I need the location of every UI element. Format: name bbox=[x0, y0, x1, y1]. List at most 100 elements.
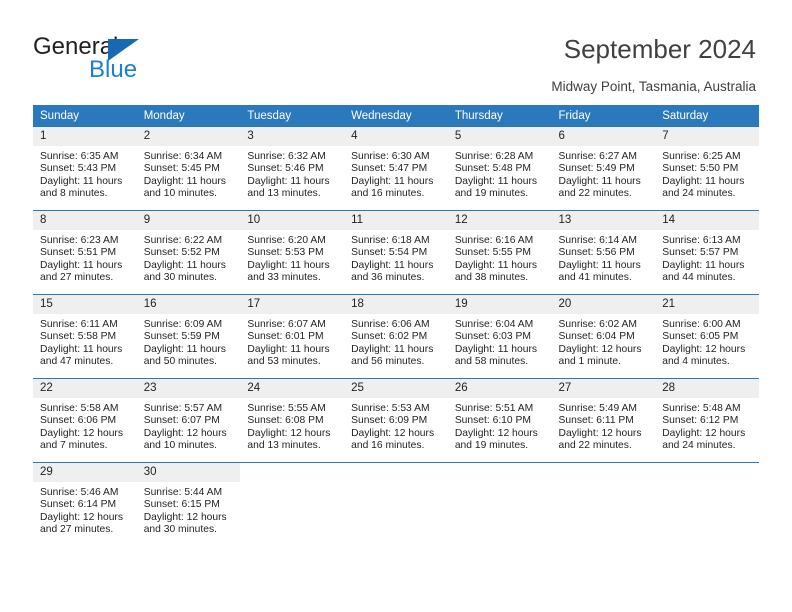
day-details: Sunrise: 6:04 AM Sunset: 6:03 PM Dayligh… bbox=[448, 314, 552, 369]
sunset-text: Sunset: 5:56 PM bbox=[558, 247, 635, 259]
calendar-day-cell[interactable]: 20 Sunrise: 6:02 AM Sunset: 6:04 PM Dayl… bbox=[551, 294, 656, 379]
day-details: Sunrise: 6:28 AM Sunset: 5:48 PM Dayligh… bbox=[448, 146, 552, 201]
calendar-day-cell[interactable]: 21 Sunrise: 6:00 AM Sunset: 6:05 PM Dayl… bbox=[655, 294, 759, 379]
sunset-text: Sunset: 6:08 PM bbox=[247, 415, 324, 427]
daylight-text-line2: and 27 minutes. bbox=[40, 272, 114, 284]
sunrise-text: Sunrise: 6:07 AM bbox=[247, 319, 326, 330]
sunset-text: Sunset: 5:45 PM bbox=[143, 163, 220, 175]
calendar-day-cell[interactable]: 1 Sunrise: 6:35 AM Sunset: 5:43 PM Dayli… bbox=[33, 127, 137, 211]
calendar-day-cell[interactable]: 18 Sunrise: 6:06 AM Sunset: 6:02 PM Dayl… bbox=[344, 294, 448, 379]
calendar-day-cell[interactable]: 6 Sunrise: 6:27 AM Sunset: 5:49 PM Dayli… bbox=[551, 127, 656, 211]
daylight-text-line1: Daylight: 11 hours bbox=[558, 175, 641, 187]
daylight-text-line1: Daylight: 12 hours bbox=[558, 427, 642, 439]
daylight-text-line1: Daylight: 11 hours bbox=[40, 175, 123, 187]
daylight-text-line2: and 7 minutes. bbox=[40, 440, 108, 452]
day-number: 25 bbox=[344, 379, 448, 398]
daylight-text-line1: Daylight: 12 hours bbox=[40, 427, 123, 439]
daylight-text-line1: Daylight: 11 hours bbox=[662, 175, 745, 187]
day-number: 5 bbox=[447, 127, 552, 146]
sunrise-text: Sunrise: 6:28 AM bbox=[454, 151, 534, 162]
sunrise-text: Sunrise: 6:30 AM bbox=[351, 151, 430, 162]
calendar-day-cell[interactable]: 11 Sunrise: 6:18 AM Sunset: 5:54 PM Dayl… bbox=[344, 210, 448, 295]
daylight-text-line1: Daylight: 11 hours bbox=[143, 175, 226, 187]
calendar-day-cell[interactable]: 23 Sunrise: 5:57 AM Sunset: 6:07 PM Dayl… bbox=[136, 378, 241, 463]
day-details: Sunrise: 6:35 AM Sunset: 5:43 PM Dayligh… bbox=[33, 146, 137, 201]
day-number bbox=[240, 463, 345, 482]
calendar-day-cell-empty bbox=[447, 462, 552, 546]
day-details: Sunrise: 6:22 AM Sunset: 5:52 PM Dayligh… bbox=[137, 230, 241, 285]
sunset-text: Sunset: 6:14 PM bbox=[40, 499, 117, 511]
daylight-text-line1: Daylight: 11 hours bbox=[143, 343, 226, 355]
weekday-header-wednesday: Wednesday bbox=[344, 105, 448, 127]
sunrise-text: Sunrise: 6:00 AM bbox=[662, 319, 741, 330]
calendar-day-cell[interactable]: 22 Sunrise: 5:58 AM Sunset: 6:06 PM Dayl… bbox=[33, 378, 137, 463]
day-number: 26 bbox=[447, 379, 552, 398]
calendar-day-cell[interactable]: 29 Sunrise: 5:46 AM Sunset: 6:14 PM Dayl… bbox=[33, 462, 137, 546]
day-number bbox=[655, 463, 759, 482]
sunset-text: Sunset: 6:05 PM bbox=[662, 331, 739, 343]
sunset-text: Sunset: 5:57 PM bbox=[662, 247, 739, 259]
page-header: General Blue September 2024 Midway Point… bbox=[0, 0, 792, 100]
calendar-day-cell[interactable]: 25 Sunrise: 5:53 AM Sunset: 6:09 PM Dayl… bbox=[344, 378, 448, 463]
sunrise-text: Sunrise: 6:04 AM bbox=[454, 319, 534, 330]
calendar-day-cell[interactable]: 2 Sunrise: 6:34 AM Sunset: 5:45 PM Dayli… bbox=[136, 127, 241, 211]
daylight-text-line2: and 10 minutes. bbox=[143, 440, 217, 452]
calendar-week-row: 29 Sunrise: 5:46 AM Sunset: 6:14 PM Dayl… bbox=[33, 462, 759, 546]
sunrise-text: Sunrise: 6:06 AM bbox=[351, 319, 430, 330]
day-details: Sunrise: 5:46 AM Sunset: 6:14 PM Dayligh… bbox=[33, 482, 137, 537]
sunset-text: Sunset: 5:52 PM bbox=[143, 247, 220, 259]
weekday-header-saturday: Saturday bbox=[655, 105, 759, 127]
daylight-text-line1: Daylight: 12 hours bbox=[662, 427, 746, 439]
daylight-text-line2: and 19 minutes. bbox=[454, 440, 529, 452]
day-number: 10 bbox=[240, 211, 345, 230]
calendar-day-cell[interactable]: 15 Sunrise: 6:11 AM Sunset: 5:58 PM Dayl… bbox=[33, 294, 137, 379]
day-number: 24 bbox=[240, 379, 345, 398]
sunset-text: Sunset: 5:54 PM bbox=[351, 247, 428, 259]
day-number: 22 bbox=[33, 379, 137, 398]
general-blue-logo[interactable]: General Blue bbox=[33, 34, 243, 90]
calendar-day-cell[interactable]: 3 Sunrise: 6:32 AM Sunset: 5:46 PM Dayli… bbox=[240, 127, 345, 211]
daylight-text-line1: Daylight: 11 hours bbox=[247, 175, 330, 187]
calendar-day-cell-empty bbox=[551, 462, 656, 546]
daylight-text-line1: Daylight: 12 hours bbox=[40, 511, 123, 523]
day-number: 23 bbox=[136, 379, 241, 398]
sunrise-text: Sunrise: 6:23 AM bbox=[40, 235, 119, 246]
calendar-day-cell[interactable]: 14 Sunrise: 6:13 AM Sunset: 5:57 PM Dayl… bbox=[655, 210, 759, 295]
weekday-header-row: Sunday Monday Tuesday Wednesday Thursday… bbox=[33, 105, 759, 127]
calendar-week-row: 15 Sunrise: 6:11 AM Sunset: 5:58 PM Dayl… bbox=[33, 294, 759, 379]
day-details: Sunrise: 6:23 AM Sunset: 5:51 PM Dayligh… bbox=[33, 230, 137, 285]
daylight-text-line2: and 30 minutes. bbox=[143, 272, 217, 284]
day-number: 11 bbox=[344, 211, 448, 230]
daylight-text-line1: Daylight: 11 hours bbox=[351, 175, 434, 187]
calendar-day-cell[interactable]: 12 Sunrise: 6:16 AM Sunset: 5:55 PM Dayl… bbox=[447, 210, 552, 295]
sunrise-text: Sunrise: 6:20 AM bbox=[247, 235, 326, 246]
calendar-day-cell[interactable]: 28 Sunrise: 5:48 AM Sunset: 6:12 PM Dayl… bbox=[655, 378, 759, 463]
calendar-day-cell[interactable]: 30 Sunrise: 5:44 AM Sunset: 6:15 PM Dayl… bbox=[136, 462, 241, 546]
sunrise-text: Sunrise: 6:32 AM bbox=[247, 151, 326, 162]
sunrise-sunset-calendar: Sunday Monday Tuesday Wednesday Thursday… bbox=[33, 105, 759, 546]
day-number: 15 bbox=[33, 295, 137, 314]
calendar-day-cell[interactable]: 9 Sunrise: 6:22 AM Sunset: 5:52 PM Dayli… bbox=[136, 210, 241, 295]
calendar-day-cell[interactable]: 16 Sunrise: 6:09 AM Sunset: 5:59 PM Dayl… bbox=[136, 294, 241, 379]
daylight-text-line2: and 22 minutes. bbox=[558, 188, 632, 200]
sunrise-text: Sunrise: 5:55 AM bbox=[247, 403, 326, 414]
calendar-day-cell[interactable]: 24 Sunrise: 5:55 AM Sunset: 6:08 PM Dayl… bbox=[240, 378, 345, 463]
calendar-page: General Blue September 2024 Midway Point… bbox=[0, 0, 792, 612]
day-details: Sunrise: 5:49 AM Sunset: 6:11 PM Dayligh… bbox=[552, 398, 656, 453]
calendar-day-cell[interactable]: 8 Sunrise: 6:23 AM Sunset: 5:51 PM Dayli… bbox=[33, 210, 137, 295]
calendar-day-cell[interactable]: 4 Sunrise: 6:30 AM Sunset: 5:47 PM Dayli… bbox=[344, 127, 448, 211]
daylight-text-line2: and 36 minutes. bbox=[351, 272, 425, 284]
calendar-day-cell[interactable]: 10 Sunrise: 6:20 AM Sunset: 5:53 PM Dayl… bbox=[240, 210, 345, 295]
sunset-text: Sunset: 6:01 PM bbox=[247, 331, 324, 343]
sunrise-text: Sunrise: 5:57 AM bbox=[143, 403, 223, 414]
calendar-day-cell[interactable]: 5 Sunrise: 6:28 AM Sunset: 5:48 PM Dayli… bbox=[447, 127, 552, 211]
calendar-day-cell[interactable]: 7 Sunrise: 6:25 AM Sunset: 5:50 PM Dayli… bbox=[655, 127, 759, 211]
sunset-text: Sunset: 6:02 PM bbox=[351, 331, 428, 343]
calendar-day-cell[interactable]: 27 Sunrise: 5:49 AM Sunset: 6:11 PM Dayl… bbox=[551, 378, 656, 463]
calendar-body: 1 Sunrise: 6:35 AM Sunset: 5:43 PM Dayli… bbox=[33, 127, 759, 546]
calendar-day-cell[interactable]: 13 Sunrise: 6:14 AM Sunset: 5:56 PM Dayl… bbox=[551, 210, 656, 295]
day-number: 29 bbox=[33, 463, 137, 482]
calendar-day-cell[interactable]: 19 Sunrise: 6:04 AM Sunset: 6:03 PM Dayl… bbox=[447, 294, 552, 379]
calendar-day-cell[interactable]: 26 Sunrise: 5:51 AM Sunset: 6:10 PM Dayl… bbox=[447, 378, 552, 463]
calendar-day-cell[interactable]: 17 Sunrise: 6:07 AM Sunset: 6:01 PM Dayl… bbox=[240, 294, 345, 379]
